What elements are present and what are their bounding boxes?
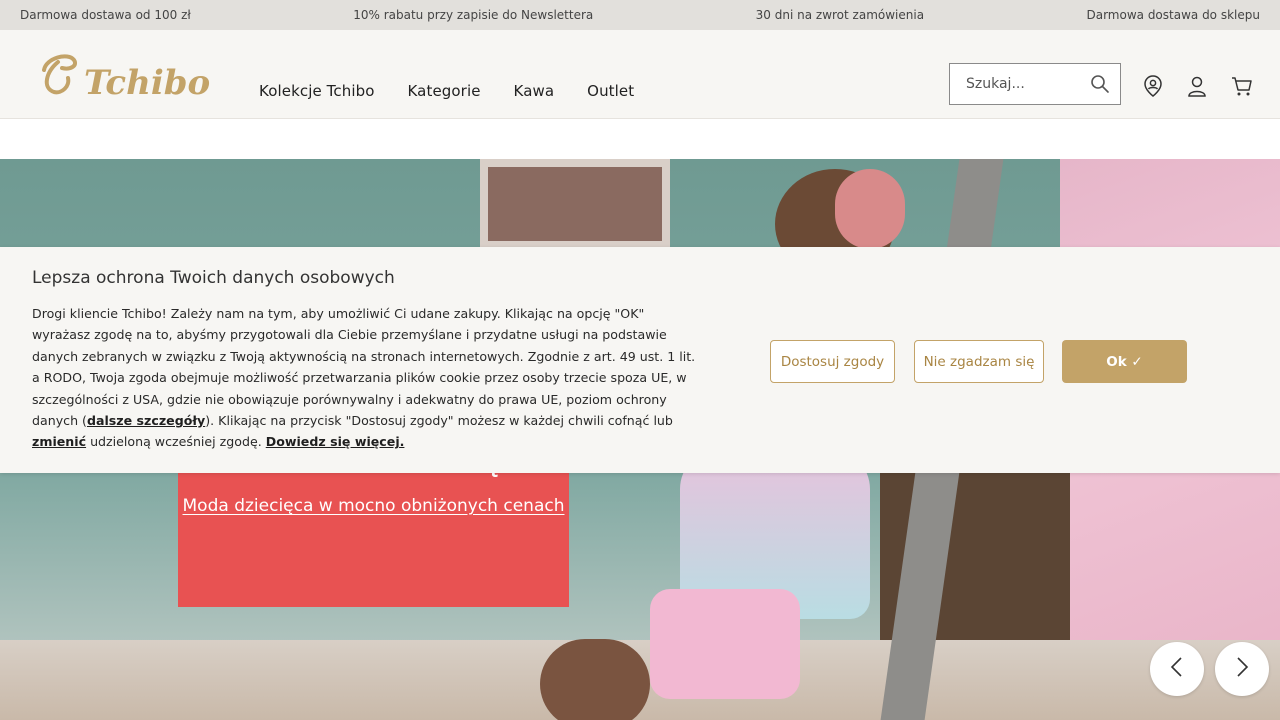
nav-kolekcje-tchibo[interactable]: Kolekcje Tchibo xyxy=(259,82,375,100)
cookie-text-part-1: Drogi kliencie Tchibo! Zależy nam na tym… xyxy=(32,306,696,429)
decline-consent-button[interactable]: Nie zgadzam się xyxy=(914,340,1044,383)
main-nav: Kolekcje Tchibo Kategorie Kawa Outlet xyxy=(259,82,667,100)
chevron-right-icon xyxy=(1232,655,1252,683)
info-returns[interactable]: 30 dni na zwrot zamówienia xyxy=(756,8,924,22)
cart-icon[interactable] xyxy=(1230,74,1254,98)
chevron-left-icon xyxy=(1167,655,1187,683)
cookie-title: Lepsza ochrona Twoich danych osobowych xyxy=(32,268,395,288)
promo-link[interactable]: Moda dziecięca w mocno obniżonych cenach xyxy=(178,493,569,519)
nav-kawa[interactable]: Kawa xyxy=(514,82,555,100)
nav-outlet[interactable]: Outlet xyxy=(587,82,634,100)
cookie-details-link[interactable]: dalsze szczegóły xyxy=(87,413,205,428)
account-icon[interactable] xyxy=(1185,74,1209,98)
search-icon[interactable] xyxy=(1090,74,1110,94)
logo-wordmark: Tchibo xyxy=(84,63,210,100)
carousel-next-button[interactable] xyxy=(1215,642,1269,696)
carousel-prev-button[interactable] xyxy=(1150,642,1204,696)
info-bar: Darmowa dostawa od 100 zł 10% rabatu prz… xyxy=(0,0,1280,30)
info-free-delivery[interactable]: Darmowa dostawa od 100 zł xyxy=(20,8,191,22)
hero-headphones xyxy=(835,169,905,249)
cookie-change-link[interactable]: zmienić xyxy=(32,434,86,449)
hero-window xyxy=(480,159,670,249)
cookie-text-part-3: udzieloną wcześniej zgodę. xyxy=(86,434,266,450)
cookie-text-part-2: ). Klikając na przycisk "Dostosuj zgody"… xyxy=(205,413,673,429)
search-input[interactable] xyxy=(966,76,1076,92)
tchibo-logo[interactable]: Tchibo xyxy=(40,48,210,103)
info-store-delivery[interactable]: Darmowa dostawa do sklepu xyxy=(1086,8,1260,22)
cookie-learn-more-link[interactable]: Dowiedz się więcej. xyxy=(266,434,405,449)
nav-kategorie[interactable]: Kategorie xyxy=(408,82,481,100)
cookie-banner: Lepsza ochrona Twoich danych osobowych D… xyxy=(0,247,1280,473)
customize-consent-button[interactable]: Dostosuj zgody xyxy=(770,340,895,383)
store-locator-icon[interactable] xyxy=(1141,74,1165,98)
accept-consent-button[interactable]: Ok ✓ xyxy=(1062,340,1187,383)
header-spacer xyxy=(0,119,1280,159)
search-box xyxy=(949,63,1121,105)
tchibo-logo-mark: Tchibo xyxy=(42,54,210,103)
site-header: Tchibo Kolekcje Tchibo Kategorie Kawa Ou… xyxy=(0,30,1280,119)
info-newsletter-discount[interactable]: 10% rabatu przy zapisie do Newslettera xyxy=(353,8,593,22)
hero-model-leg xyxy=(540,639,650,720)
hero-model-shorts xyxy=(650,589,800,699)
cookie-text: Drogi kliencie Tchibo! Zależy nam na tym… xyxy=(32,303,697,453)
